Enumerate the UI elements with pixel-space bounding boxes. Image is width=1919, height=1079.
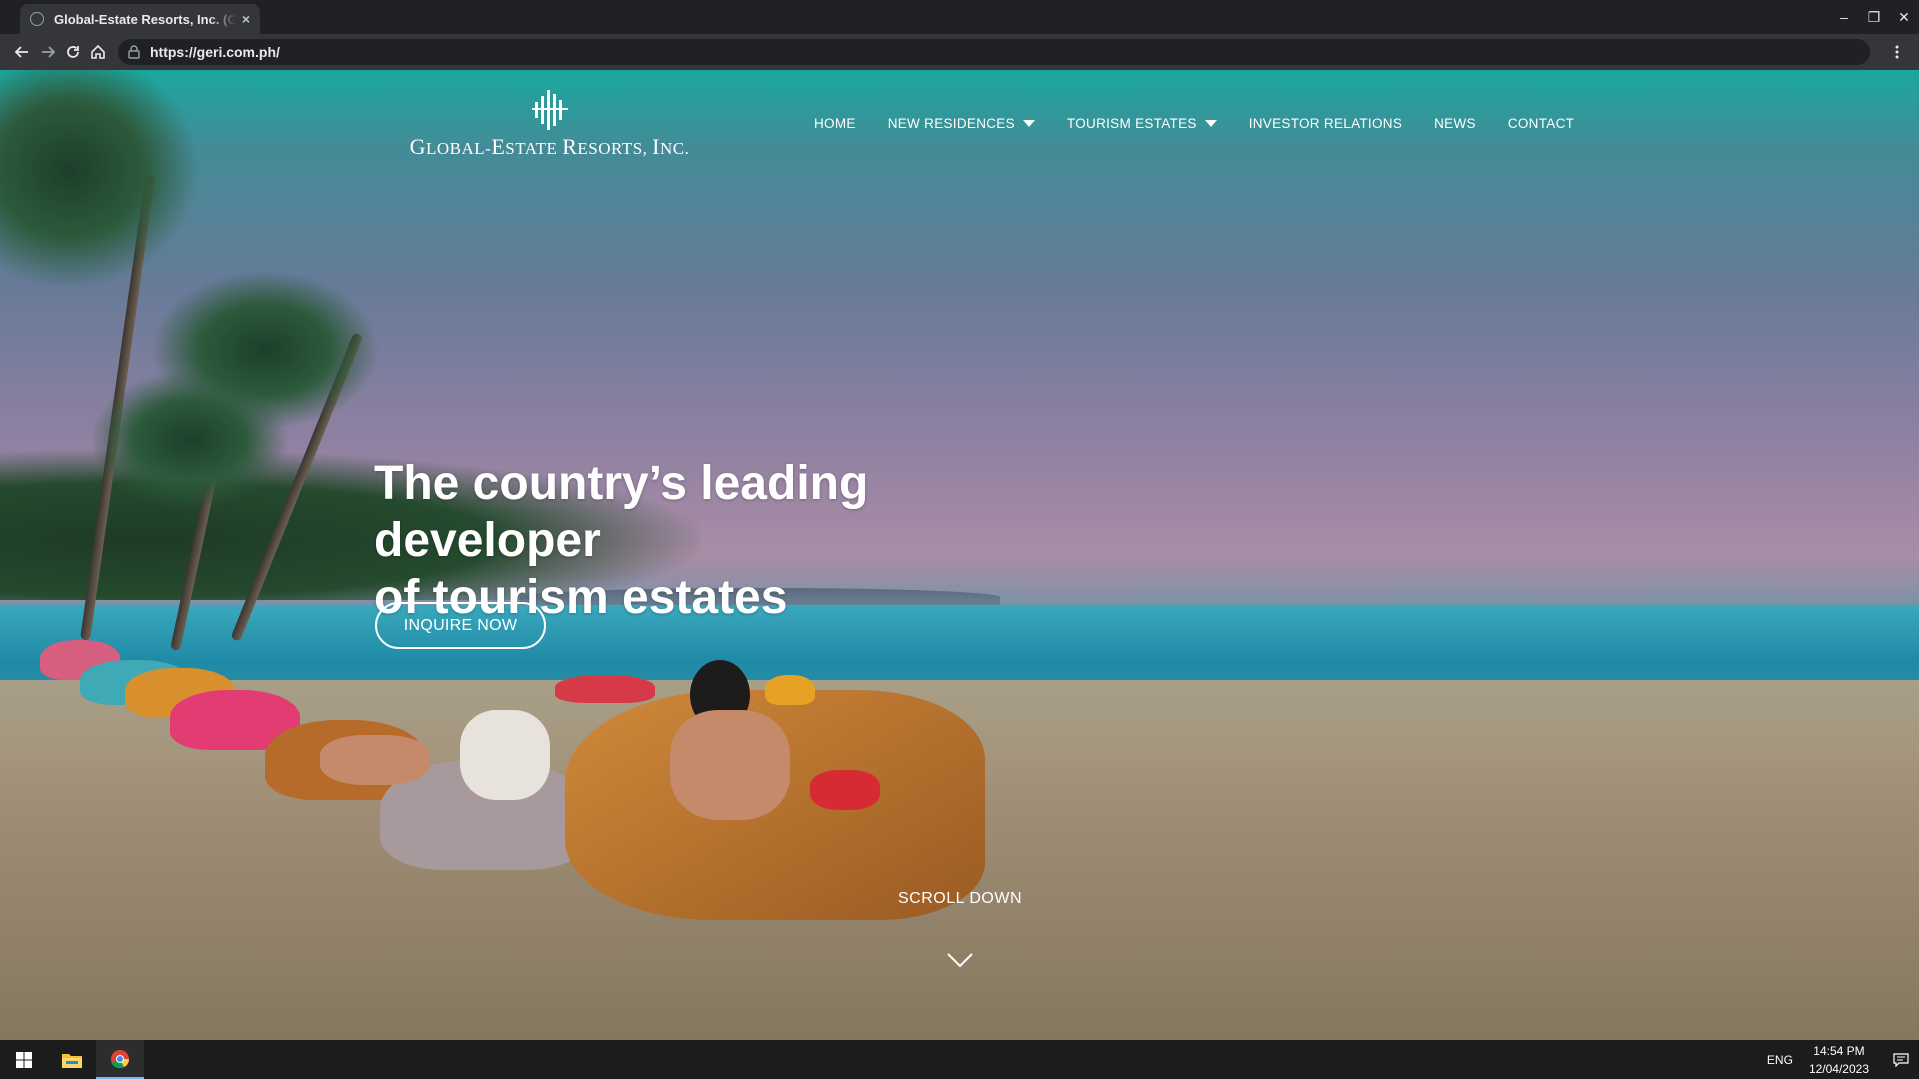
- beanbag: [555, 675, 655, 703]
- caret-down-icon: [1204, 120, 1217, 127]
- window-controls: – ❐ ✕: [1829, 0, 1919, 34]
- nav-label: TOURISM ESTATES: [1066, 116, 1197, 131]
- scroll-down-label[interactable]: SCROLL DOWN: [860, 890, 1060, 908]
- tab-close-icon[interactable]: ×: [242, 11, 250, 27]
- system-tray: ENG 14:54 PM 12/04/2023: [1767, 1040, 1919, 1079]
- system-clock[interactable]: 14:54 PM 12/04/2023: [1809, 1042, 1869, 1078]
- clock-time: 14:54 PM: [1813, 1043, 1865, 1058]
- nav-new-residences[interactable]: NEW RESIDENCES: [888, 116, 1035, 131]
- chrome-browser-icon[interactable]: [96, 1040, 144, 1079]
- logo-text-part: I: [652, 134, 660, 159]
- forward-arrow-icon[interactable]: [36, 40, 60, 64]
- person-body: [460, 710, 550, 800]
- logo-text-part: R: [562, 134, 578, 159]
- address-bar[interactable]: https://geri.com.ph/: [118, 39, 1870, 65]
- url-text: https://geri.com.ph/: [150, 44, 280, 60]
- file-explorer-icon[interactable]: [48, 1040, 96, 1079]
- person-body: [320, 735, 430, 785]
- nav-tourism-estates[interactable]: TOURISM ESTATES: [1067, 116, 1217, 131]
- notification-center-icon[interactable]: [1883, 1052, 1919, 1067]
- reload-icon[interactable]: [61, 40, 85, 64]
- browser-tabbar: Global-Estate Resorts, Inc. (GERI) × – ❐…: [0, 0, 1919, 34]
- lock-icon: [128, 45, 140, 59]
- logo-text: GLOBAL-ESTATE RESORTS, INC.: [407, 134, 692, 160]
- tab-title: Global-Estate Resorts, Inc. (GERI): [54, 11, 236, 27]
- language-indicator[interactable]: ENG: [1767, 1053, 1793, 1067]
- logo-text-part: STATE: [505, 139, 563, 158]
- chevron-down-icon[interactable]: [946, 950, 974, 970]
- hero-title: The country’s leading developer of touri…: [374, 455, 1094, 626]
- palm-fronds: [90, 370, 290, 510]
- home-icon[interactable]: [86, 40, 110, 64]
- close-window-icon[interactable]: ✕: [1889, 0, 1919, 34]
- person-body: [670, 710, 790, 820]
- logo-text-part: NC.: [659, 139, 690, 158]
- logo-text-part: G: [409, 134, 427, 159]
- person-shorts: [810, 770, 880, 810]
- clock-date: 12/04/2023: [1808, 1061, 1869, 1076]
- main-navigation: HOME NEW RESIDENCES TOURISM ESTATES INVE…: [814, 116, 1606, 131]
- back-arrow-icon[interactable]: [10, 40, 34, 64]
- logo-text-part: E: [491, 134, 506, 159]
- windows-start-icon[interactable]: [0, 1040, 48, 1079]
- kebab-menu-icon[interactable]: [1885, 40, 1909, 64]
- nav-contact[interactable]: CONTACT: [1508, 116, 1574, 131]
- logo-mark-icon: [531, 90, 568, 130]
- logo-text-part: ESORTS,: [577, 139, 653, 158]
- caret-down-icon: [1022, 120, 1035, 127]
- inquire-now-button[interactable]: INQUIRE NOW: [375, 602, 546, 649]
- browser-tab[interactable]: Global-Estate Resorts, Inc. (GERI) ×: [20, 4, 260, 34]
- nav-news[interactable]: NEWS: [1434, 116, 1476, 131]
- minimize-icon[interactable]: –: [1829, 0, 1859, 34]
- nav-home[interactable]: HOME: [814, 116, 856, 131]
- nav-label: NEW RESIDENCES: [887, 116, 1015, 131]
- hero-section: GLOBAL-ESTATE RESORTS, INC. HOME NEW RES…: [0, 70, 1919, 1040]
- nav-label: CONTACT: [1507, 116, 1575, 131]
- restore-icon[interactable]: ❐: [1859, 0, 1889, 34]
- site-logo[interactable]: GLOBAL-ESTATE RESORTS, INC.: [407, 90, 692, 160]
- nav-label: HOME: [814, 116, 856, 131]
- site-header: GLOBAL-ESTATE RESORTS, INC. HOME NEW RES…: [0, 70, 1919, 180]
- logo-text-part: LOBAL-: [426, 139, 492, 158]
- globe-icon: [30, 12, 44, 26]
- nav-label: NEWS: [1434, 116, 1476, 131]
- hero-title-line: The country’s leading developer: [374, 457, 869, 567]
- nav-investor-relations[interactable]: INVESTOR RELATIONS: [1249, 116, 1402, 131]
- browser-toolbar: https://geri.com.ph/: [0, 34, 1919, 70]
- nav-label: INVESTOR RELATIONS: [1248, 116, 1403, 131]
- os-taskbar: ENG 14:54 PM 12/04/2023: [0, 1040, 1919, 1079]
- beanbag: [765, 675, 815, 705]
